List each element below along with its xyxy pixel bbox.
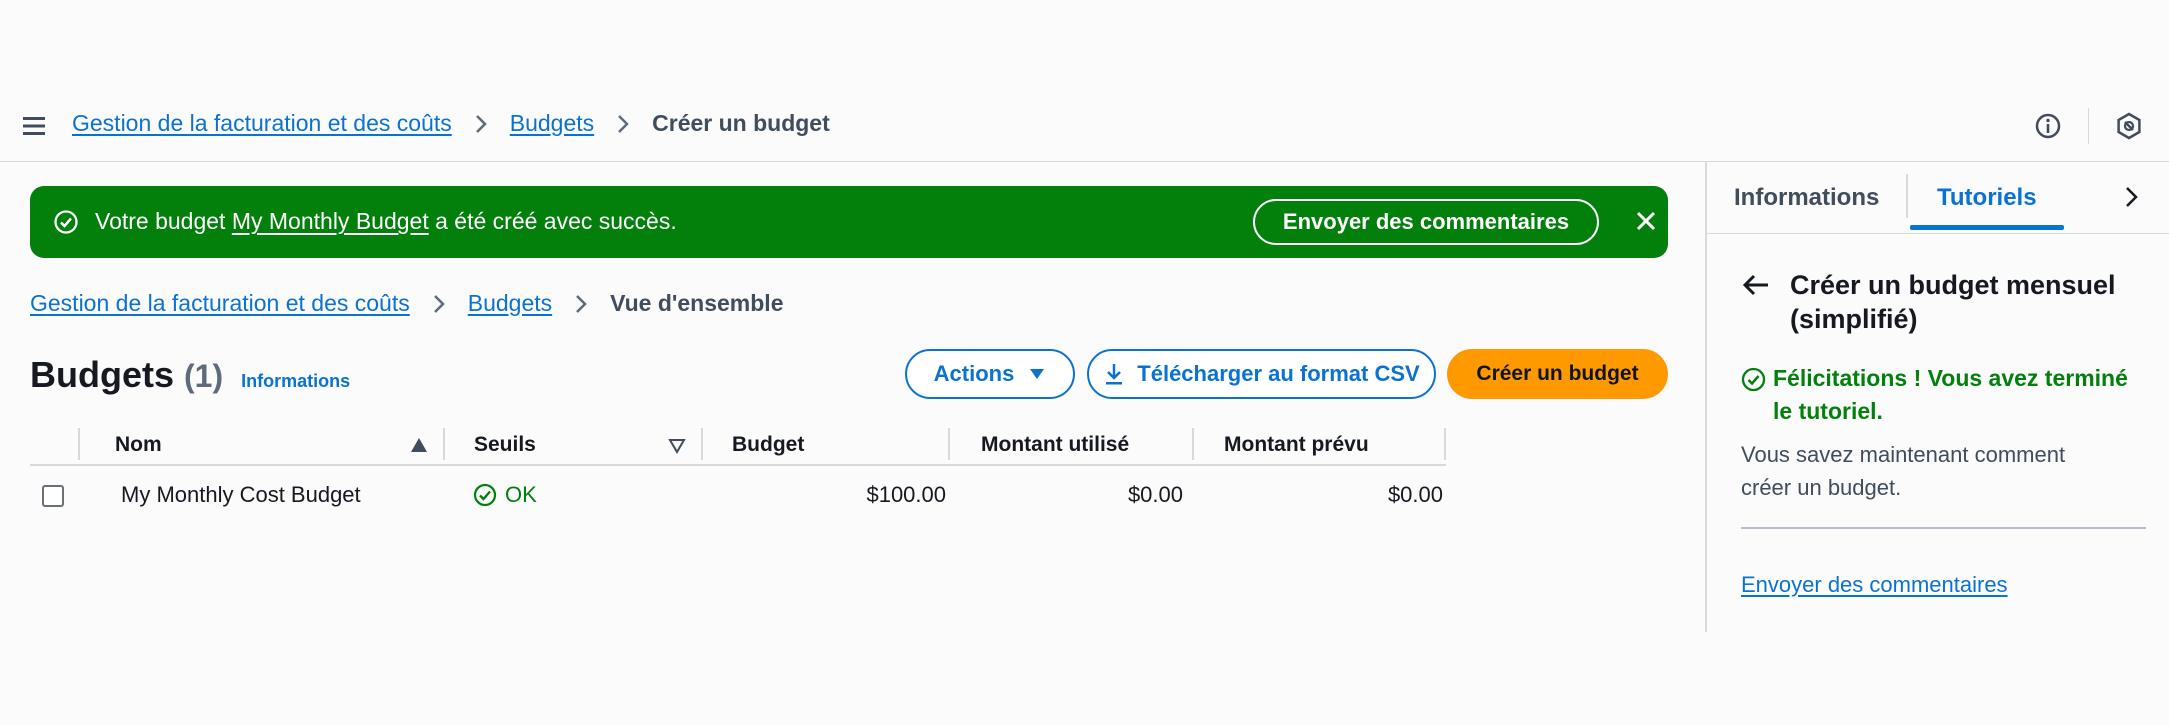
breadcrumb-link-billing[interactable]: Gestion de la facturation et des coûts [30, 290, 410, 317]
download-icon [1103, 362, 1125, 386]
budget-count: (1) [184, 358, 224, 394]
page-header: Budgets (1) Informations [30, 354, 350, 396]
breadcrumb-current: Vue d'ensemble [610, 290, 784, 316]
column-divider [701, 428, 703, 460]
actions-label: Actions [933, 361, 1015, 386]
column-divider [1192, 428, 1194, 460]
column-divider [948, 428, 950, 460]
table-header: Nom Seuils Budget Montant utilisé Montan… [30, 424, 1446, 466]
flash-prefix: Votre budget [95, 208, 232, 234]
top-navigation: Gestion de la facturation et des coûts B… [0, 90, 2169, 162]
flash-message: Votre budget My Monthly Budget a été cré… [95, 208, 677, 235]
chevron-right-icon[interactable] [2121, 184, 2141, 210]
notifications-icon[interactable] [2111, 108, 2147, 144]
cell-name: My Monthly Cost Budget [121, 482, 361, 507]
cell-threshold: OK [473, 466, 537, 524]
column-divider [78, 428, 80, 460]
divider [2087, 108, 2089, 144]
info-icon[interactable] [2030, 108, 2066, 144]
cell-forecast: $0.00 [1387, 482, 1443, 507]
cell-budget: $100.00 [866, 482, 946, 507]
column-header-budget[interactable]: Budget [732, 424, 804, 466]
top-breadcrumb: Gestion de la facturation et des coûts B… [72, 110, 830, 137]
breadcrumb-current: Créer un budget [652, 110, 830, 136]
actions-dropdown-button[interactable]: Actions [905, 349, 1075, 399]
success-flash-banner: Votre budget My Monthly Budget a été cré… [30, 186, 1668, 258]
column-divider [1444, 428, 1446, 460]
chevron-right-icon [432, 293, 446, 315]
budgets-table: Nom Seuils Budget Montant utilisé Montan… [30, 424, 1446, 524]
tutorial-success-message: Félicitations ! Vous avez terminé le tut… [1741, 362, 2151, 428]
chevron-right-icon [574, 293, 588, 315]
breadcrumb-link-budgets[interactable]: Budgets [468, 290, 552, 317]
column-header-name[interactable]: Nom [115, 424, 162, 466]
tab-informations[interactable]: Informations [1734, 184, 1879, 212]
info-link[interactable]: Informations [241, 371, 350, 392]
tutorial-title: Créer un budget mensuel (simplifié) [1790, 270, 2116, 334]
flash-suffix: a été créé avec succès. [428, 208, 677, 234]
tutorial-description: Vous savez maintenant comment créer un b… [1741, 442, 2066, 500]
cell-amount-used: $0.00 [1127, 482, 1183, 507]
column-header-amount-used[interactable]: Montant utilisé [981, 424, 1129, 466]
tab-tutorials[interactable]: Tutoriels [1937, 184, 2037, 212]
page-breadcrumb: Gestion de la facturation et des coûts B… [30, 290, 783, 317]
threshold-status-text: OK [505, 482, 537, 507]
sort-descending-icon[interactable] [668, 438, 686, 454]
create-budget-button[interactable]: Créer un budget [1447, 349, 1668, 399]
table-row[interactable]: My Monthly Cost Budget OK $100.00 $0.00 … [30, 466, 1446, 524]
help-side-panel: Informations Tutoriels Créer un budget m… [1707, 162, 2169, 632]
status-ok-icon [473, 483, 497, 507]
column-header-forecast[interactable]: Montant prévu [1224, 424, 1369, 466]
flash-budget-link[interactable]: My Monthly Budget [232, 208, 429, 234]
download-csv-label: Télécharger au format CSV [1137, 361, 1420, 386]
row-checkbox[interactable] [42, 485, 64, 507]
caret-down-icon [1028, 367, 1046, 381]
side-panel-tabs: Informations Tutoriels [1707, 162, 2169, 234]
close-icon[interactable] [1633, 208, 1659, 234]
chevron-right-icon [616, 113, 630, 135]
sort-ascending-icon[interactable] [410, 437, 428, 453]
check-circle-icon [52, 208, 80, 236]
arrow-left-icon[interactable] [1741, 272, 1771, 298]
success-text: Félicitations ! Vous avez terminé le tut… [1773, 365, 2128, 424]
top-right-icons [2030, 108, 2148, 144]
column-header-thresholds[interactable]: Seuils [474, 424, 536, 466]
page-title: Budgets [30, 354, 174, 395]
breadcrumb-link-billing[interactable]: Gestion de la facturation et des coûts [72, 110, 452, 137]
check-circle-icon [1741, 367, 1766, 392]
download-csv-button[interactable]: Télécharger au format CSV [1087, 349, 1436, 399]
active-tab-indicator [1910, 225, 2064, 230]
send-feedback-button[interactable]: Envoyer des commentaires [1253, 199, 1599, 245]
tab-divider [1906, 174, 1908, 218]
chevron-right-icon [474, 113, 488, 135]
breadcrumb-link-budgets[interactable]: Budgets [510, 110, 594, 137]
send-feedback-link[interactable]: Envoyer des commentaires [1741, 572, 2008, 598]
menu-icon[interactable] [22, 112, 50, 140]
column-divider [443, 428, 445, 460]
divider [1741, 527, 2146, 529]
main-content: Votre budget My Monthly Budget a été cré… [0, 162, 1705, 632]
